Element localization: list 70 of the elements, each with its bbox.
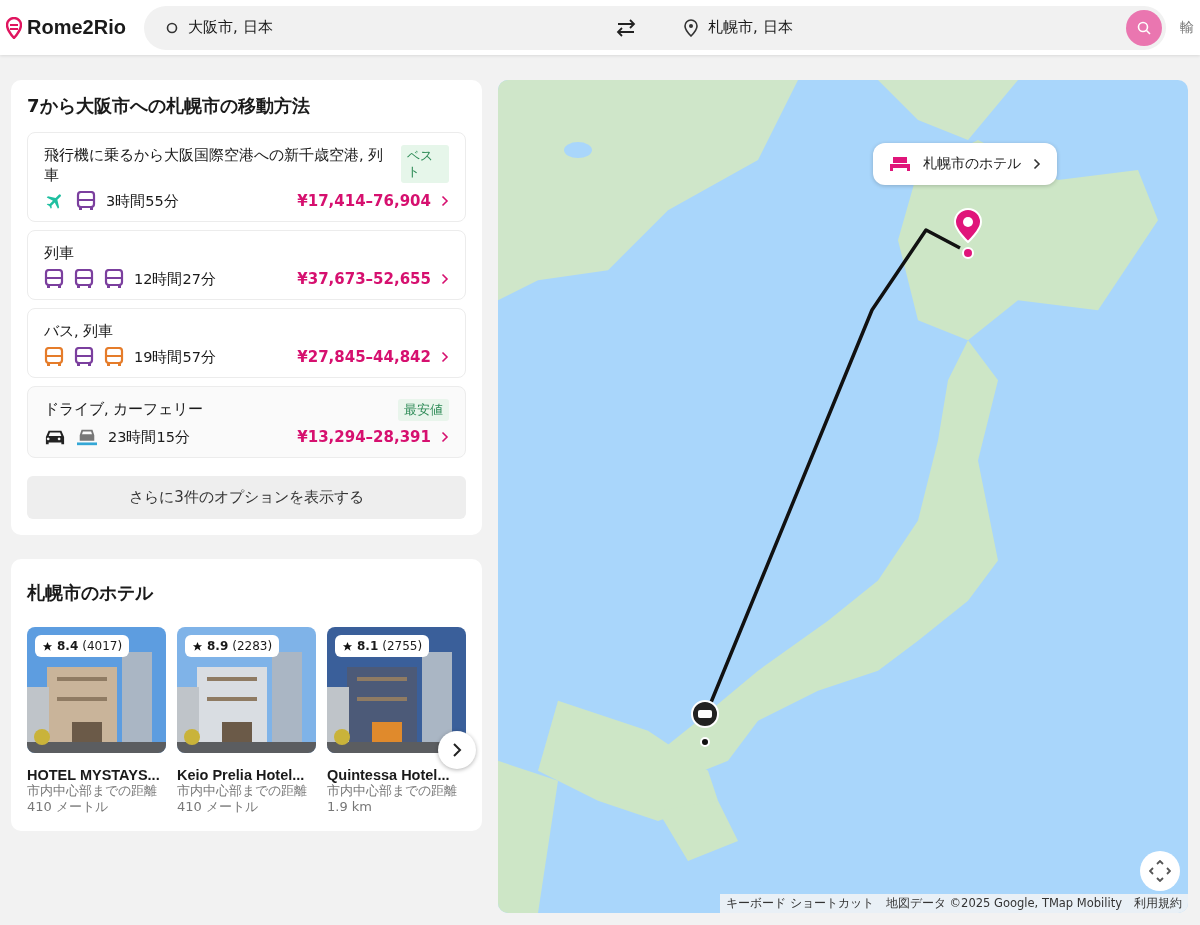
train-icon	[74, 269, 94, 289]
route-title: バス, 列車	[44, 322, 114, 341]
more-options-button[interactable]: さらに3件のオプションを表示する	[27, 476, 466, 519]
popup-text: 札幌市のホテル	[923, 155, 1021, 173]
distance-label: 市内中心部までの距離	[177, 783, 308, 799]
chevron-icon	[441, 431, 449, 443]
distance: 410 メートル	[27, 799, 109, 815]
rating-badge: 8.4 (4017)	[35, 635, 130, 657]
route-title: 飛行機に乗るから大阪国際空港への新千歳空港, 列車	[44, 146, 385, 185]
rating-badge: 8.9 (2283)	[185, 635, 280, 657]
distance-label: 市内中心部までの距離	[27, 783, 158, 799]
chevron-icon	[452, 743, 462, 757]
route-card[interactable]: 飛行機に乗るから大阪国際空港への新千歳空港, 列車 ベスト 3時間55分 ¥17,414–76,904	[27, 132, 466, 222]
circle-icon	[166, 21, 178, 34]
route-card[interactable]: 列車 12時間27分 ¥37,673–52,655	[27, 230, 466, 300]
location-pin-icon	[684, 18, 698, 37]
price: ¥37,673–52,655	[297, 270, 431, 288]
train-icon	[74, 347, 94, 367]
route-badge: 最安値	[398, 399, 449, 421]
price: ¥13,294–28,391	[297, 428, 431, 446]
map-attribution[interactable]: 利用規約	[1128, 894, 1188, 913]
car-ferry-icon	[76, 427, 98, 447]
distance: 1.9 km	[327, 799, 373, 815]
route-title: 列車	[44, 244, 74, 263]
star-icon	[192, 640, 203, 652]
recenter-icon	[1149, 860, 1171, 882]
origin-field[interactable]: 大阪市, 日本	[166, 18, 608, 37]
distance: 410 メートル	[177, 799, 259, 815]
route-title: ドライブ, カーフェリー	[44, 400, 204, 419]
bus-icon	[44, 347, 64, 367]
bed-icon	[889, 155, 911, 173]
panel-title: 7から大阪市への札幌市の移動方法	[27, 94, 311, 118]
hotel-name[interactable]: Quintessa Hotel...	[327, 767, 450, 783]
hotel-name[interactable]: Keio Prelia Hotel...	[177, 767, 305, 783]
duration: 19時間57分	[134, 347, 216, 367]
location-pin-icon	[953, 207, 983, 259]
duration: 23時間15分	[108, 427, 190, 447]
search-button[interactable]	[1126, 9, 1162, 46]
train-icon	[76, 191, 96, 211]
panel-title: 札幌市のホテル	[27, 581, 155, 605]
car-marker-icon	[691, 700, 719, 748]
route-card[interactable]: バス, 列車 19時間57分 ¥27,845–44,842	[27, 308, 466, 378]
train-icon	[44, 269, 64, 289]
chevron-icon	[441, 273, 449, 285]
next-button[interactable]	[438, 731, 476, 769]
logo-icon	[6, 16, 22, 39]
map-attribution: 地図データ ©2025 Google, TMap Mobility	[884, 895, 1123, 912]
distance-label: 市内中心部までの距離	[327, 783, 458, 799]
chevron-icon	[441, 195, 449, 207]
route-card[interactable]: ドライブ, カーフェリー 最安値 23時間15分 ¥13,294–28,391	[27, 386, 466, 458]
chevron-icon	[1033, 158, 1041, 170]
bus-icon	[104, 347, 124, 367]
map-attribution[interactable]: キーボード ショートカット	[720, 894, 880, 913]
destination-field[interactable]: 札幌市, 日本	[684, 18, 1126, 37]
star-icon	[342, 640, 353, 652]
hotel-name[interactable]: HOTEL MYSTAYS...	[27, 767, 160, 783]
rating-badge: 8.1 (2755)	[335, 635, 430, 657]
price: ¥27,845–44,842	[297, 348, 431, 366]
search-icon	[1136, 19, 1152, 36]
hotels-popup[interactable]: 札幌市のホテル	[873, 143, 1057, 185]
route-badge: ベスト	[401, 145, 449, 183]
duration: 12時間27分	[134, 269, 216, 289]
duration: 3時間55分	[106, 191, 179, 211]
swap-icon	[615, 17, 637, 38]
nav-link[interactable]: 輸	[1180, 18, 1200, 37]
star-icon	[42, 640, 53, 652]
price: ¥17,414–76,904	[297, 192, 431, 210]
chevron-icon	[441, 351, 449, 363]
logo-text[interactable]: Rome2Rio	[27, 16, 126, 39]
train-icon	[104, 269, 124, 289]
